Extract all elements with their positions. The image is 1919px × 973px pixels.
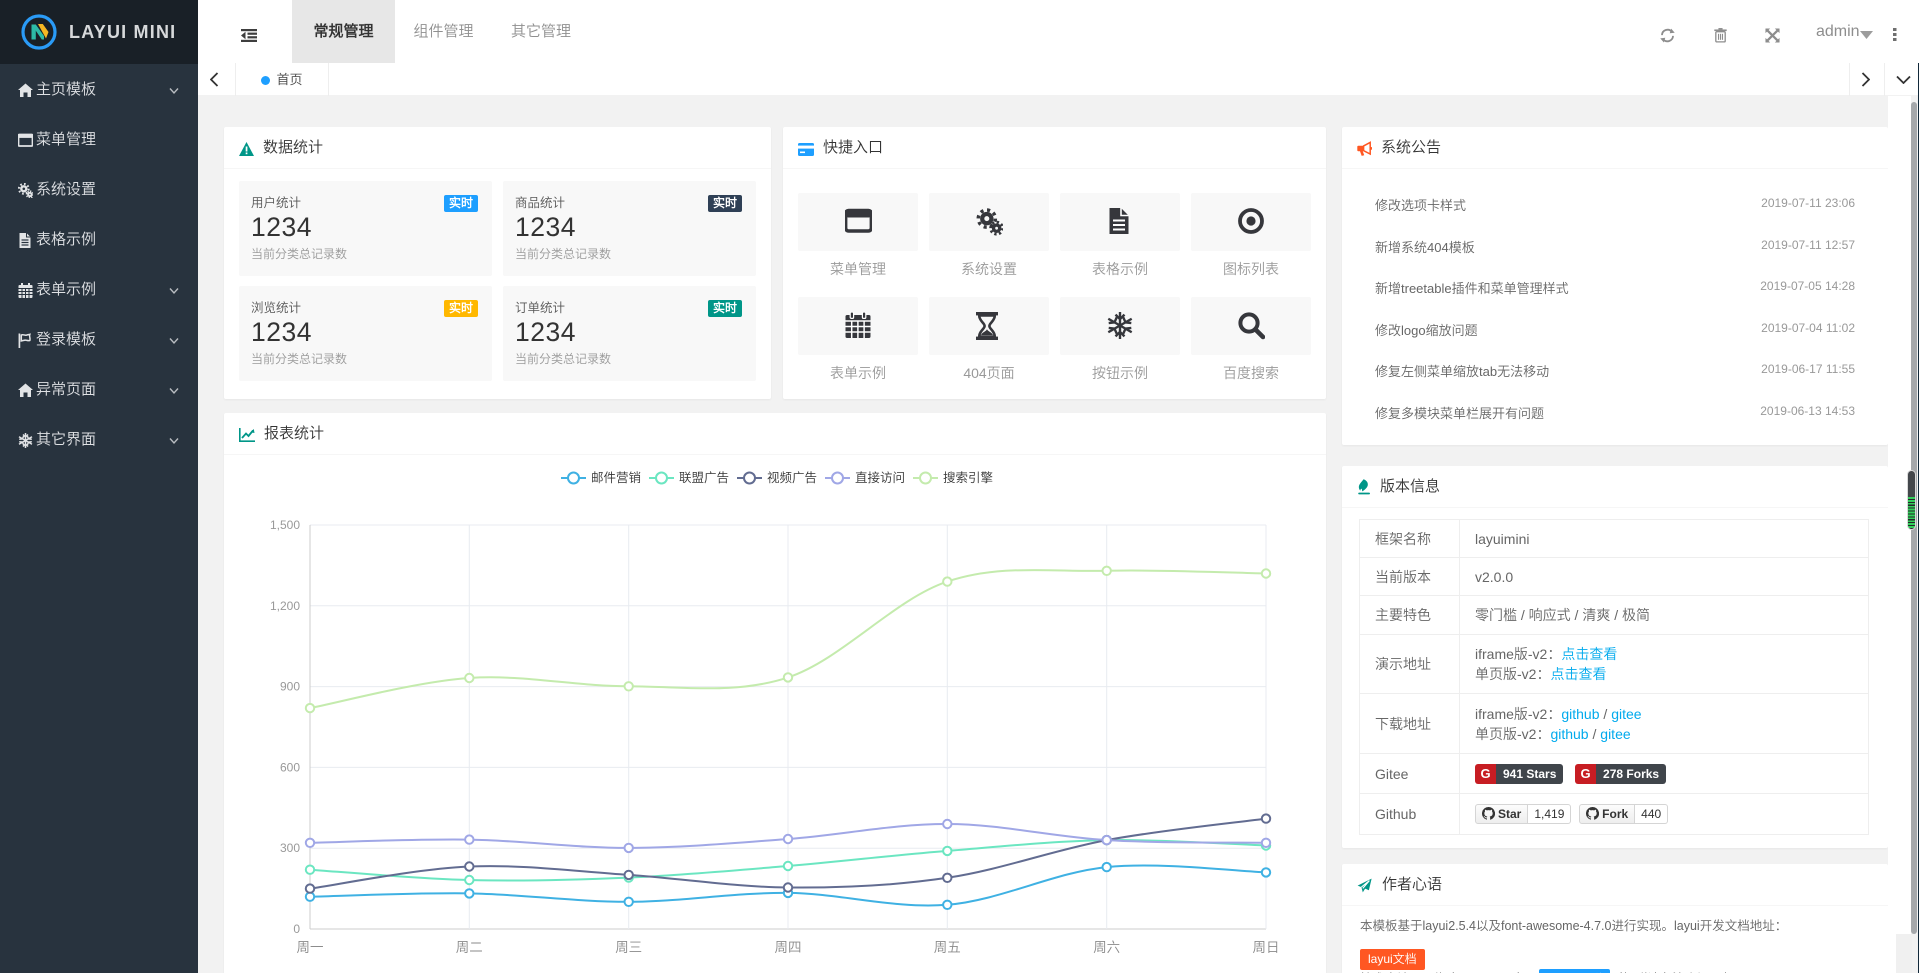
- svg-text:600: 600: [280, 760, 300, 774]
- svg-text:周日: 周日: [1253, 940, 1280, 955]
- svg-text:周五: 周五: [934, 940, 961, 955]
- svg-text:0: 0: [293, 922, 300, 936]
- svg-text:1,500: 1,500: [270, 518, 300, 532]
- svg-text:周六: 周六: [1093, 940, 1120, 955]
- svg-text:周二: 周二: [456, 940, 483, 955]
- svg-text:直接访问: 直接访问: [855, 471, 905, 485]
- svg-text:周四: 周四: [775, 940, 802, 955]
- svg-text:视频广告: 视频广告: [767, 470, 817, 485]
- svg-text:900: 900: [280, 680, 300, 694]
- svg-text:周一: 周一: [297, 940, 324, 955]
- svg-text:搜索引擎: 搜索引擎: [943, 470, 993, 485]
- svg-text:联盟广告: 联盟广告: [679, 471, 729, 485]
- svg-text:300: 300: [280, 841, 300, 855]
- svg-text:1,200: 1,200: [270, 599, 300, 613]
- svg-text:邮件营销: 邮件营销: [591, 470, 641, 485]
- svg-text:周三: 周三: [615, 940, 642, 955]
